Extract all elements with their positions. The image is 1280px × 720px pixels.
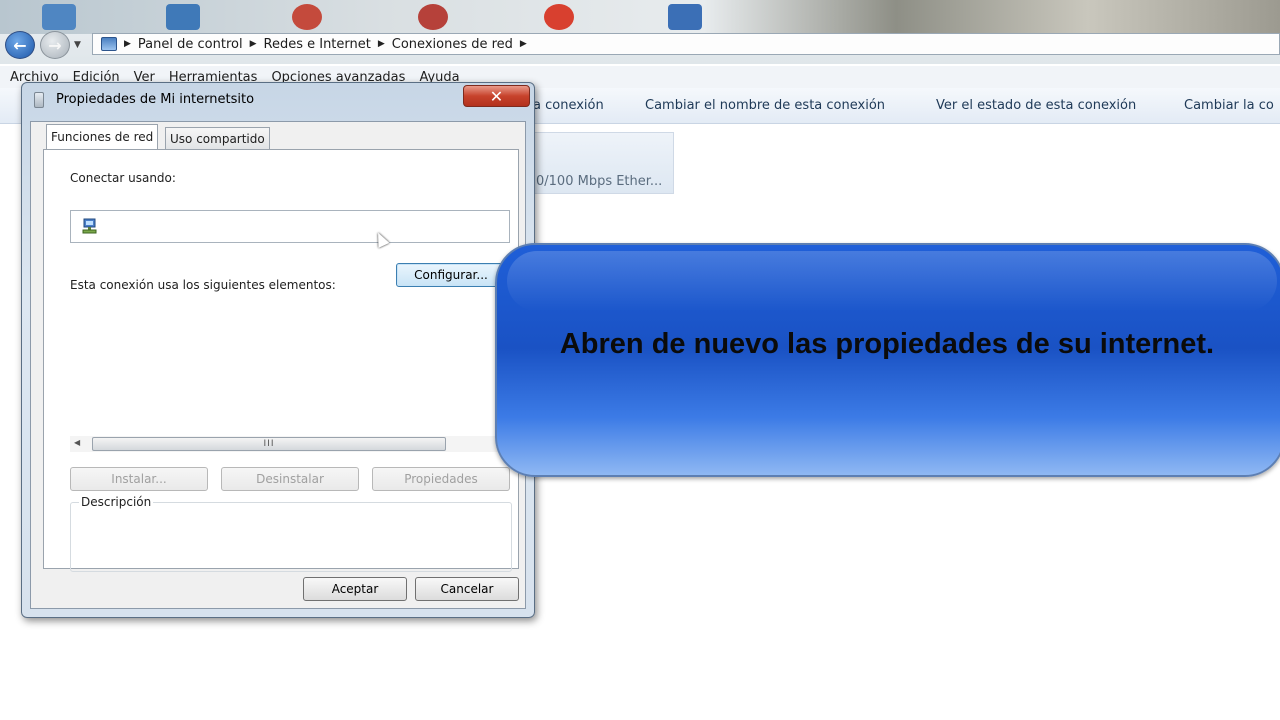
adapter-field xyxy=(70,210,510,243)
command-rename-connection[interactable]: Cambiar el nombre de esta conexión xyxy=(645,98,885,113)
close-icon: ✕ xyxy=(489,86,504,106)
dialog-body: Funciones de red Uso compartido Conectar… xyxy=(30,121,526,609)
address-bar[interactable]: ▶ Panel de control ▶ Redes e Internet ▶ … xyxy=(92,33,1280,55)
elements-label: Esta conexión usa los siguientes element… xyxy=(70,278,336,292)
accept-button[interactable]: Aceptar xyxy=(303,577,407,601)
adapter-description: 0/100 Mbps Ether... xyxy=(536,174,663,189)
connect-using-label: Conectar usando: xyxy=(70,171,176,185)
uninstall-button[interactable]: Desinstalar xyxy=(221,467,359,491)
tutorial-banner: Abren de nuevo las propiedades de su int… xyxy=(495,243,1280,477)
desktop-icon xyxy=(166,4,200,30)
tab-sharing[interactable]: Uso compartido xyxy=(165,127,270,149)
desktop-icon xyxy=(418,4,448,30)
properties-dialog: Propiedades de Mi internetsito ✕ Funcion… xyxy=(21,82,535,618)
description-group: Descripción xyxy=(70,495,512,572)
banner-gloss xyxy=(507,251,1277,311)
scroll-thumb[interactable]: III xyxy=(92,437,446,451)
tab-panel: Conectar usando: Configurar... Esta cone… xyxy=(43,149,519,572)
back-arrow-icon: ← xyxy=(13,35,27,55)
breadcrumb-control-panel[interactable]: Panel de control xyxy=(138,37,243,52)
desktop-icon xyxy=(668,4,702,30)
properties-button[interactable]: Propiedades xyxy=(372,467,510,491)
forward-button[interactable]: → xyxy=(40,31,70,59)
breadcrumb-separator[interactable]: ▶ xyxy=(250,39,257,49)
desktop-background-strip xyxy=(0,0,1280,34)
tab-network-functions[interactable]: Funciones de red xyxy=(46,124,159,149)
description-label: Descripción xyxy=(79,495,154,509)
breadcrumb-separator[interactable]: ▶ xyxy=(520,39,527,49)
desktop-icon xyxy=(42,4,76,30)
desktop-icon xyxy=(292,4,322,30)
command-view-status[interactable]: Ver el estado de esta conexión xyxy=(936,98,1136,113)
configure-button[interactable]: Configurar... xyxy=(396,263,506,287)
elements-list[interactable] xyxy=(70,300,510,442)
recent-pages-dropdown[interactable]: ▼ xyxy=(74,40,81,50)
breadcrumb-networks-internet[interactable]: Redes e Internet xyxy=(264,37,371,52)
connection-icon xyxy=(34,92,44,108)
breadcrumb-separator[interactable]: ▶ xyxy=(378,39,385,49)
back-button[interactable]: ← xyxy=(5,31,35,59)
breadcrumb-separator[interactable]: ▶ xyxy=(124,39,131,49)
network-adapter-icon xyxy=(82,218,97,234)
forward-arrow-icon: → xyxy=(48,35,62,55)
breadcrumb-network-connections[interactable]: Conexiones de red xyxy=(392,37,513,52)
dialog-title: Propiedades de Mi internetsito xyxy=(56,92,255,107)
command-connection[interactable]: a conexión xyxy=(533,98,604,113)
horizontal-scrollbar[interactable]: ◀ III ▶ xyxy=(70,436,510,452)
control-panel-icon xyxy=(101,37,117,51)
cancel-button[interactable]: Cancelar xyxy=(415,577,519,601)
desktop-icon xyxy=(544,4,574,30)
command-change-settings[interactable]: Cambiar la co xyxy=(1184,98,1274,113)
banner-text: Abren de nuevo las propiedades de su int… xyxy=(559,328,1215,360)
close-button[interactable]: ✕ xyxy=(463,85,530,107)
scroll-left-icon[interactable]: ◀ xyxy=(74,438,80,447)
install-button[interactable]: Instalar... xyxy=(70,467,208,491)
scroll-grip: III xyxy=(263,439,275,449)
